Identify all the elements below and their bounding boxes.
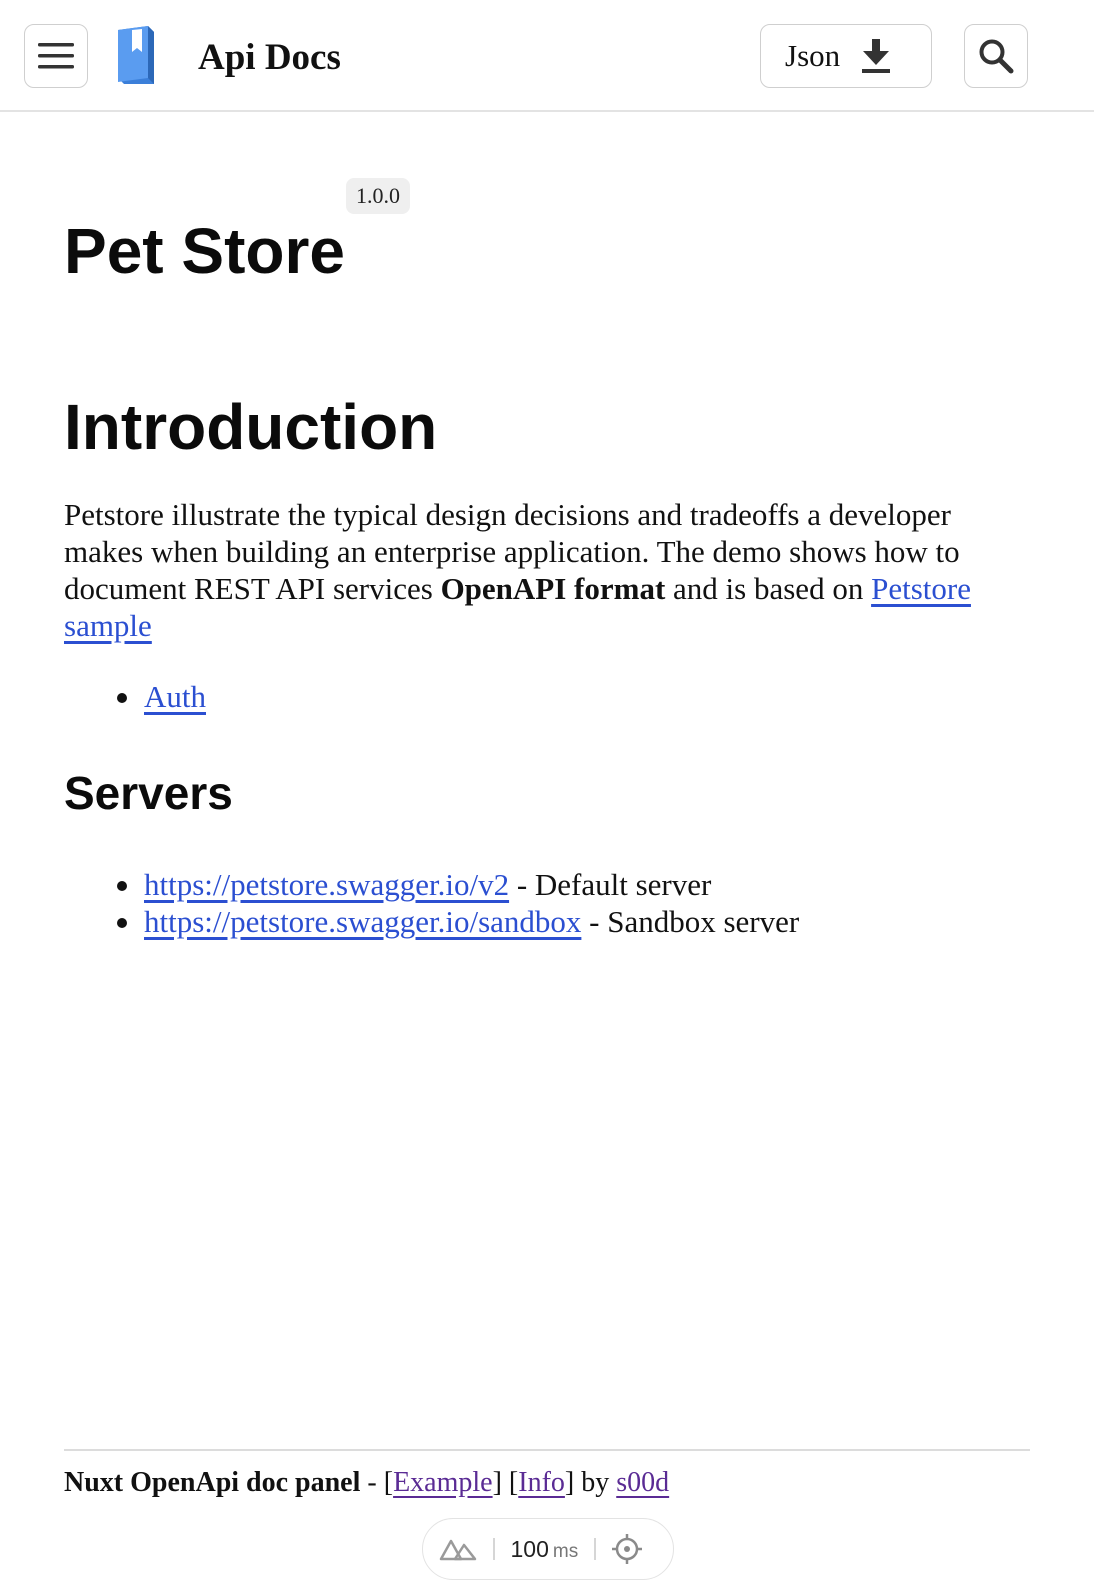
intro-bold-text: OpenAPI format <box>440 571 666 606</box>
top-header: Api Docs Json <box>0 0 1094 112</box>
footer-by-text: ] by <box>564 1467 617 1498</box>
crosshair-icon[interactable] <box>611 1534 642 1564</box>
example-link[interactable]: Example <box>393 1467 493 1498</box>
devbar-divider <box>594 1538 596 1560</box>
auth-link[interactable]: Auth <box>144 679 206 714</box>
app-title[interactable]: Api Docs <box>198 36 341 79</box>
version-badge: 1.0.0 <box>346 178 410 214</box>
server-description: - Default server <box>509 867 712 902</box>
search-icon <box>979 39 1014 74</box>
devbar-divider <box>493 1538 495 1560</box>
footer-app-name: Nuxt OpenApi doc panel <box>64 1467 361 1498</box>
nuxt-logo-icon[interactable] <box>439 1537 477 1561</box>
author-link[interactable]: s00d <box>616 1467 669 1498</box>
servers-list: https://petstore.swagger.io/v2 - Default… <box>64 866 799 940</box>
render-time-value: 100 <box>510 1535 549 1562</box>
search-button[interactable] <box>964 24 1028 88</box>
menu-button[interactable] <box>24 24 88 88</box>
info-link[interactable]: Info <box>518 1467 565 1498</box>
json-download-button[interactable]: Json <box>760 24 932 88</box>
list-item: Auth <box>64 678 206 715</box>
footer-separator: - [ <box>360 1467 394 1498</box>
introduction-list: Auth <box>64 678 206 715</box>
servers-heading: Servers <box>64 767 233 819</box>
introduction-heading: Introduction <box>64 391 438 463</box>
footer-divider <box>64 1449 1030 1451</box>
server-item: https://petstore.swagger.io/sandbox - Sa… <box>64 903 799 940</box>
server-url-link[interactable]: https://petstore.swagger.io/sandbox <box>144 904 581 939</box>
server-description: - Sandbox server <box>581 904 800 939</box>
footer-separator: ] [ <box>492 1467 519 1498</box>
book-icon[interactable] <box>114 24 160 86</box>
api-title: Pet Store <box>64 215 345 287</box>
render-time-unit: ms <box>552 1540 579 1562</box>
server-item: https://petstore.swagger.io/v2 - Default… <box>64 866 799 903</box>
download-icon <box>862 39 891 73</box>
json-button-label: Json <box>785 38 841 73</box>
introduction-text: Petstore illustrate the typical design d… <box>64 496 1024 644</box>
server-url-link[interactable]: https://petstore.swagger.io/v2 <box>144 867 509 902</box>
intro-text-part2: and is based on <box>665 571 872 606</box>
hamburger-menu-icon <box>38 43 74 69</box>
footer-credits: Nuxt OpenApi doc panel - [Example] [Info… <box>64 1466 669 1500</box>
devtools-bar[interactable]: 100 ms <box>422 1518 674 1580</box>
render-time: 100 ms <box>511 1536 579 1563</box>
